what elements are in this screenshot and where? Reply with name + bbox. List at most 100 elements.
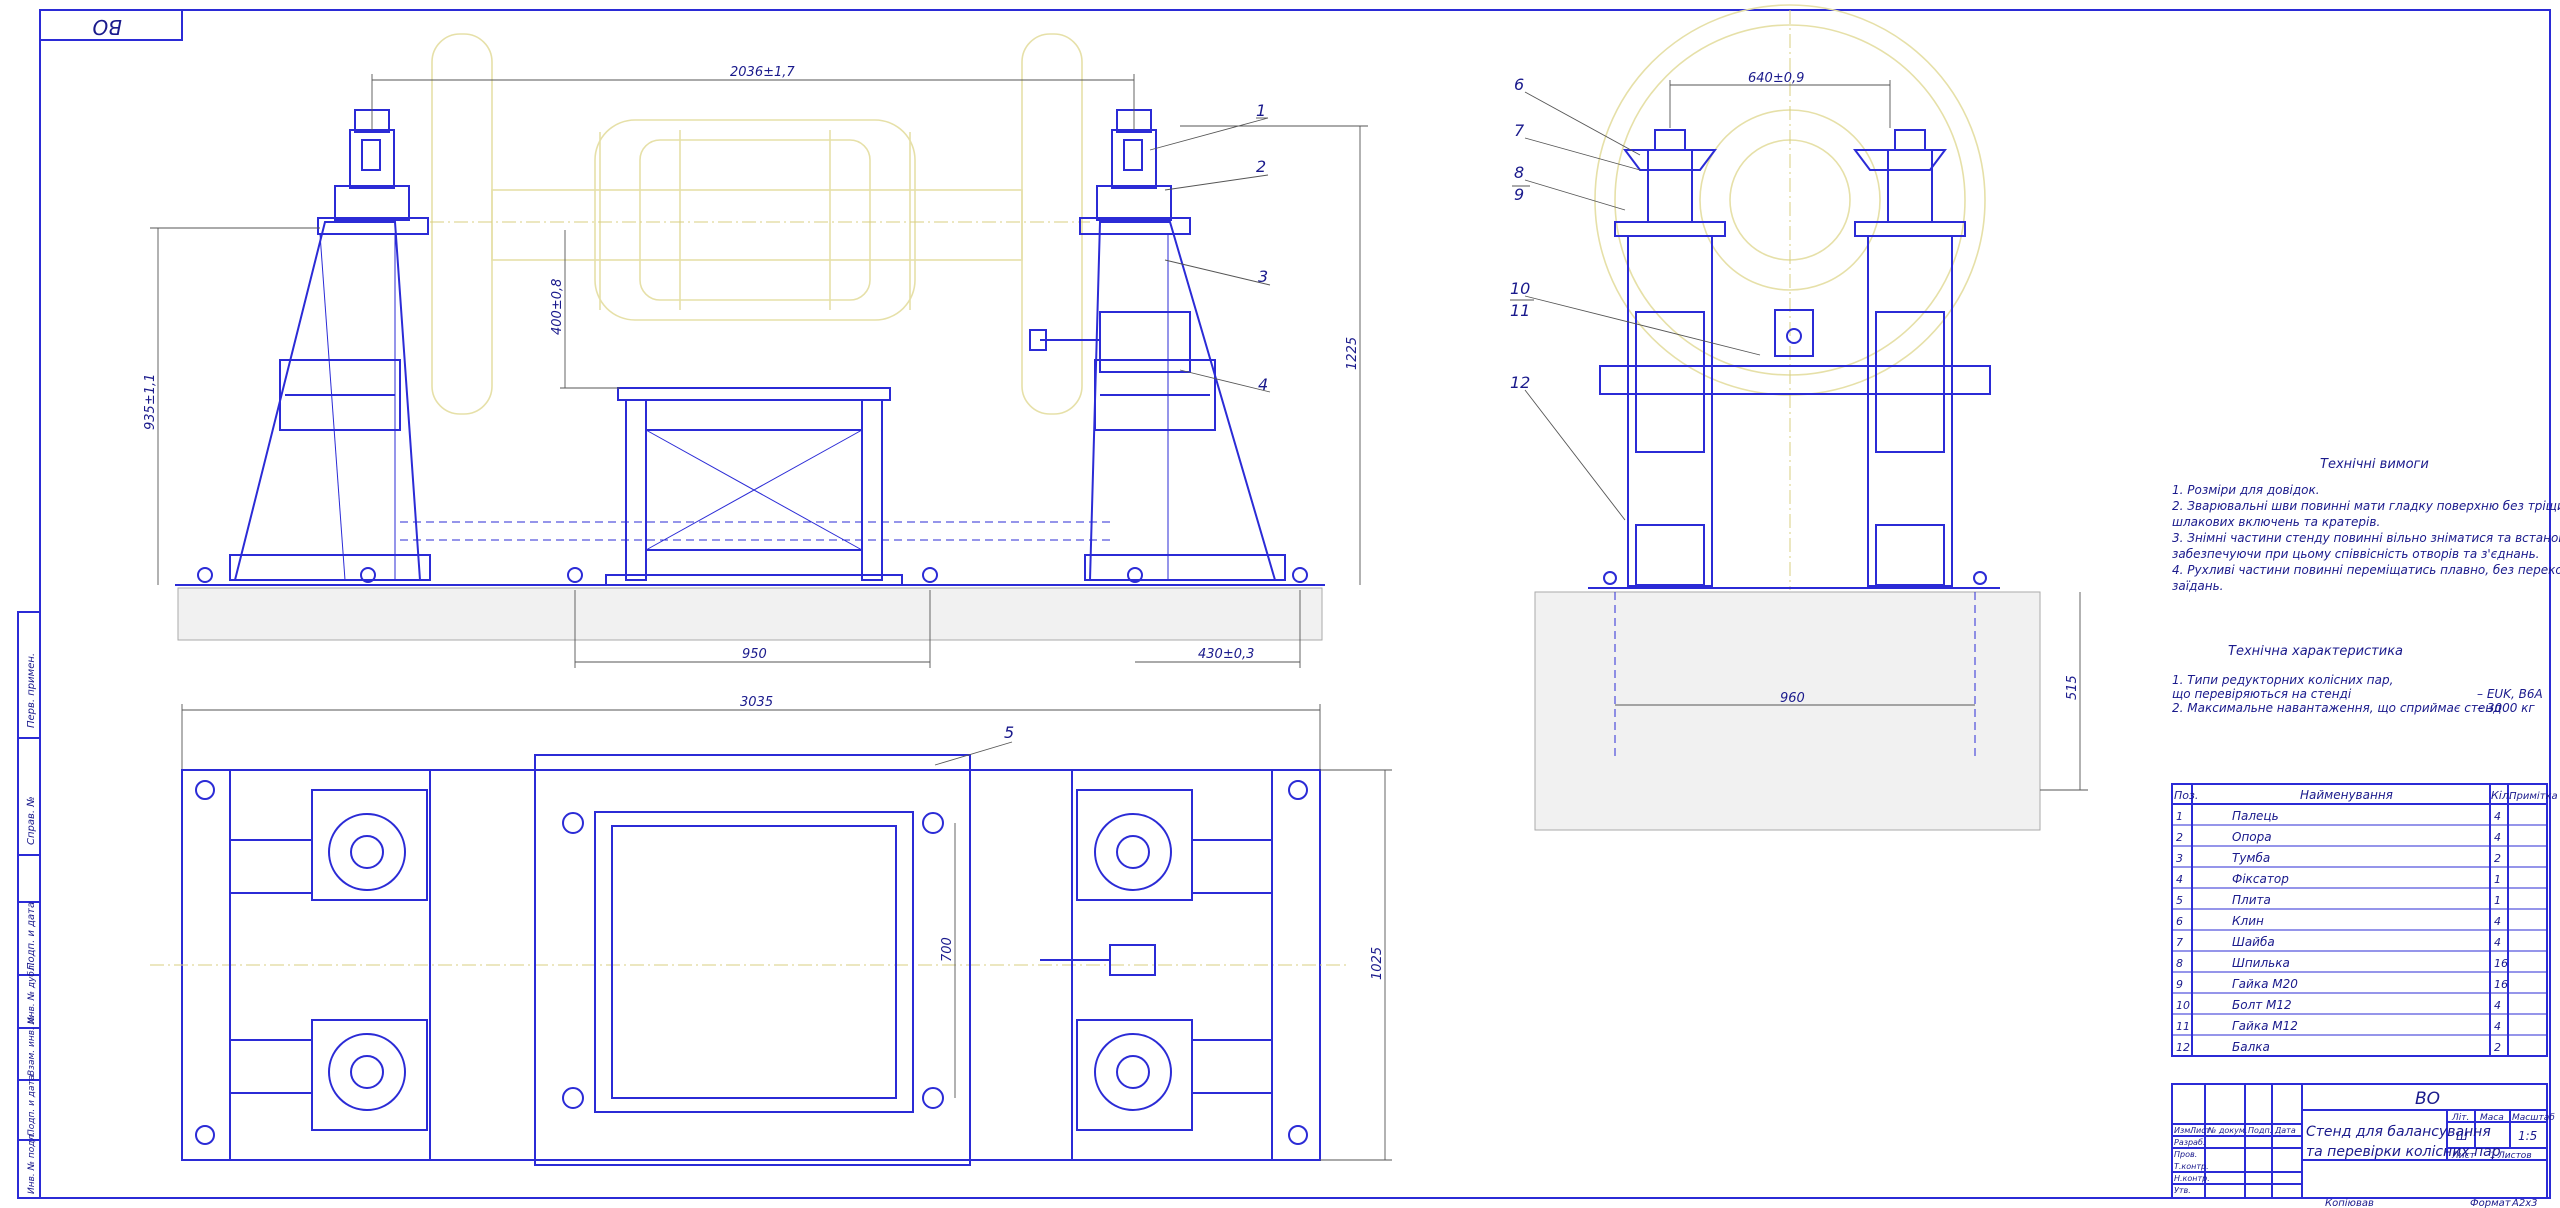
- char-value: – EUK, B6A: [2477, 687, 2543, 701]
- drawing-sheet: ВО Перв. примен. Справ. № Подп. и дата И…: [17, 4, 2560, 1208]
- row-qty: 4: [2494, 1020, 2501, 1033]
- dim-top: 640±0,9: [1748, 71, 1804, 86]
- title-block: ВО Стенд для балансування та перевірки к…: [2171, 1083, 2555, 1199]
- row-pos: 12: [2176, 1041, 2190, 1054]
- row-pos: 8: [2176, 957, 2183, 970]
- hdr-scale: Масштаб: [2512, 1113, 2555, 1123]
- row-pos: 2: [2176, 831, 2183, 844]
- dim-height-total: 1225: [1345, 337, 1360, 370]
- char-line: 2. Максимальне навантаження, що сприймає…: [2172, 701, 2501, 715]
- row-label-4: Дата: [2274, 1126, 2296, 1135]
- stamp-label-3: Инв. № дубл.: [27, 962, 37, 1024]
- lit-value: Ш: [2456, 1130, 2468, 1143]
- leader-4: 4: [1258, 375, 1268, 394]
- sheets-label: Листов: [2497, 1151, 2532, 1161]
- side-view: 640±0,9 960 515 6 7 8 9 10 11 12: [1510, 4, 2088, 831]
- row-name: Фіксатор: [2232, 872, 2289, 886]
- tech-line: 1. Розміри для довідок.: [2172, 483, 2320, 497]
- left-stand: [229, 109, 431, 581]
- col-pos: Поз.: [2174, 789, 2198, 802]
- role-1: Пров.: [2174, 1150, 2197, 1159]
- parts-table: Поз. Найменування Кіл. Примітка 1 Палець 4…: [2171, 783, 2558, 1057]
- leader-2: 2: [1256, 157, 1266, 176]
- dim-base-span: 950: [742, 647, 767, 662]
- row-pos: 3: [2176, 852, 2183, 865]
- col-note: Примітка: [2509, 790, 2558, 802]
- row-qty: 4: [2494, 936, 2501, 949]
- tech-line: заїдань.: [2172, 579, 2223, 593]
- right-stand: [1029, 109, 1286, 581]
- row-label-2: № докум.: [2207, 1126, 2247, 1135]
- row-name: Палець: [2232, 809, 2279, 823]
- dim-width: 1025: [1370, 947, 1385, 980]
- leader-1: 1: [1256, 101, 1266, 120]
- copied-label: Копіював: [2325, 1197, 2374, 1208]
- center-table: [605, 387, 903, 586]
- row-qty: 1: [2494, 873, 2501, 886]
- leader-11: 11: [1510, 301, 1530, 320]
- tech-line: 4. Рухливі частини повинні переміщатись …: [2172, 563, 2560, 577]
- dim-shaft: 2036±1,7: [730, 65, 795, 80]
- tech-title: Технічні вимоги: [2320, 457, 2429, 472]
- row-name: Плита: [2232, 893, 2271, 907]
- row-qty: 1: [2494, 894, 2501, 907]
- notes: Технічні вимоги 1. Розміри для довідок. 2…: [2172, 457, 2560, 715]
- row-label-3: Подп.: [2248, 1126, 2272, 1135]
- stamp-label-1: Справ. №: [26, 796, 37, 845]
- row-qty: 4: [2494, 831, 2501, 844]
- role-4: Утв.: [2174, 1186, 2191, 1195]
- tech-line: 2. Зварювальні шви повинні мати гладку п…: [2172, 499, 2560, 513]
- row-name: Шайба: [2232, 935, 2275, 949]
- leader-8: 8: [1514, 163, 1524, 182]
- row-qty: 16: [2494, 978, 2508, 991]
- stamp-label-5: Подп. и дата: [27, 1075, 37, 1136]
- row-pos: 9: [2176, 978, 2183, 991]
- stamp-label-6: Инв. № подл.: [27, 1132, 37, 1194]
- tech-lines: 1. Розміри для довідок. 2. Зварювальні шв…: [2172, 483, 2560, 593]
- row-name: Балка: [2232, 1040, 2270, 1054]
- dim-base: 960: [1780, 691, 1805, 706]
- row-qty: 2: [2494, 852, 2501, 865]
- plan-view: 3035 700 1025 5: [150, 695, 1392, 1166]
- sheet-label: Лист: [2451, 1151, 2476, 1161]
- leader-9: 9: [1514, 185, 1524, 204]
- sheets-value: 1: [2490, 1151, 2496, 1161]
- tech-line: забезпечуючи при цьому співвісність отво…: [2172, 547, 2540, 561]
- dim-depth: 515: [2065, 675, 2080, 700]
- row-name: Гайка М20: [2232, 977, 2298, 991]
- dim-left-height: 935±1,1: [143, 374, 158, 430]
- char-title: Технічна характеристика: [2228, 644, 2403, 659]
- dim-gap: 400±0,8: [550, 279, 565, 335]
- row-qty: 4: [2494, 915, 2501, 928]
- stamp-label-2: Подп. и дата: [26, 902, 37, 970]
- row-name: Шпилька: [2232, 956, 2290, 970]
- row-pos: 7: [2176, 936, 2183, 949]
- wheelset-ghost: [430, 33, 1090, 415]
- row-qty: 4: [2494, 999, 2501, 1012]
- leader-5: 5: [1004, 723, 1014, 742]
- role-0: Разраб.: [2174, 1138, 2205, 1147]
- row-pos: 5: [2176, 894, 2183, 907]
- corner-tag: ВО: [93, 15, 122, 39]
- char-line: 1. Типи редукторних колісних пар,: [2172, 673, 2393, 687]
- row-name: Клин: [2232, 914, 2264, 928]
- dim-length: 3035: [740, 695, 773, 710]
- row-name: Гайка М12: [2232, 1019, 2298, 1033]
- hdr-lit: Літ.: [2451, 1113, 2469, 1123]
- row-name: Опора: [2232, 830, 2272, 844]
- row-qty: 4: [2494, 810, 2501, 823]
- tech-line: шлакових включень та кратерів.: [2172, 515, 2380, 529]
- role-2: Т.контр.: [2174, 1162, 2209, 1171]
- char-value: – 3000 кг: [2477, 701, 2535, 715]
- char-line: що перевіряються на стенді: [2172, 687, 2352, 701]
- row-pos: 4: [2176, 873, 2183, 886]
- row-name: Тумба: [2232, 851, 2270, 865]
- leader-12: 12: [1510, 373, 1530, 392]
- dim-right-span: 430±0,3: [1198, 647, 1254, 662]
- format-value: А2х3: [2511, 1198, 2537, 1208]
- tech-line: 3. Знімні частини стенду повинні вільно …: [2172, 531, 2560, 545]
- role-3: Н.контр.: [2174, 1174, 2210, 1183]
- row-pos: 6: [2176, 915, 2183, 928]
- plan-plate: 700: [534, 754, 971, 1166]
- stamp-label-0: Перв. примен.: [26, 653, 37, 728]
